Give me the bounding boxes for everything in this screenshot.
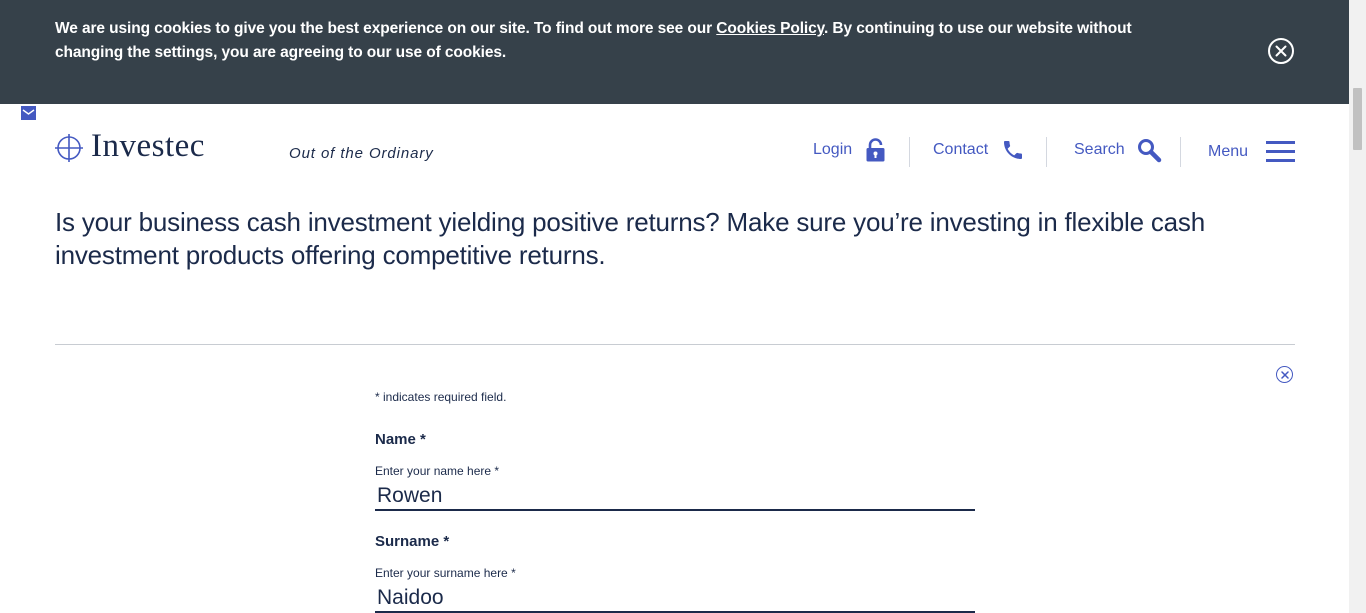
search-link[interactable]: Search xyxy=(1074,132,1162,168)
hamburger-icon xyxy=(1266,141,1296,162)
login-label: Login xyxy=(813,141,853,158)
surname-field-title: Surname * xyxy=(375,533,450,550)
cookie-message: We are using cookies to give you the bes… xyxy=(55,17,1135,65)
nav-divider xyxy=(1180,137,1181,167)
search-icon xyxy=(1137,138,1161,162)
logo-crosshair-icon xyxy=(55,134,83,162)
name-field-label: Enter your name here * xyxy=(375,464,500,478)
form-close-button[interactable] xyxy=(1276,366,1293,383)
cookie-close-button[interactable] xyxy=(1268,38,1294,64)
brand-name: Investec xyxy=(91,128,205,164)
intro-text: Is your business cash investment yieldin… xyxy=(55,207,1205,270)
name-input[interactable] xyxy=(375,483,975,511)
nav-divider xyxy=(1046,137,1047,167)
login-link[interactable]: Login xyxy=(813,132,885,168)
scrollbar-thumb[interactable] xyxy=(1353,88,1362,150)
menu-label: Menu xyxy=(1208,143,1249,160)
name-field-title: Name * xyxy=(375,431,426,448)
page-scrollbar[interactable] xyxy=(1349,0,1366,613)
close-icon xyxy=(1275,45,1287,57)
surname-input[interactable] xyxy=(375,585,975,613)
nav-divider xyxy=(909,137,910,167)
tagline: Out of the Ordinary xyxy=(289,145,434,162)
menu-button[interactable]: Menu xyxy=(1208,134,1296,170)
close-icon xyxy=(1280,370,1289,379)
contact-label: Contact xyxy=(933,141,989,158)
required-note: * indicates required field. xyxy=(375,390,507,404)
cookie-banner: We are using cookies to give you the bes… xyxy=(0,0,1349,104)
section-divider xyxy=(55,344,1295,345)
search-label: Search xyxy=(1074,141,1125,158)
investec-logo[interactable]: Investec xyxy=(55,128,205,164)
contact-link[interactable]: Contact xyxy=(933,132,1025,168)
phone-icon xyxy=(1004,141,1023,159)
surname-field-label: Enter your surname here * xyxy=(375,566,516,580)
cookie-text-start: We are using cookies to give you the bes… xyxy=(55,20,717,37)
cookies-policy-link[interactable]: Cookies Policy xyxy=(716,20,824,37)
lock-icon xyxy=(866,138,885,162)
mail-icon[interactable] xyxy=(21,106,36,125)
